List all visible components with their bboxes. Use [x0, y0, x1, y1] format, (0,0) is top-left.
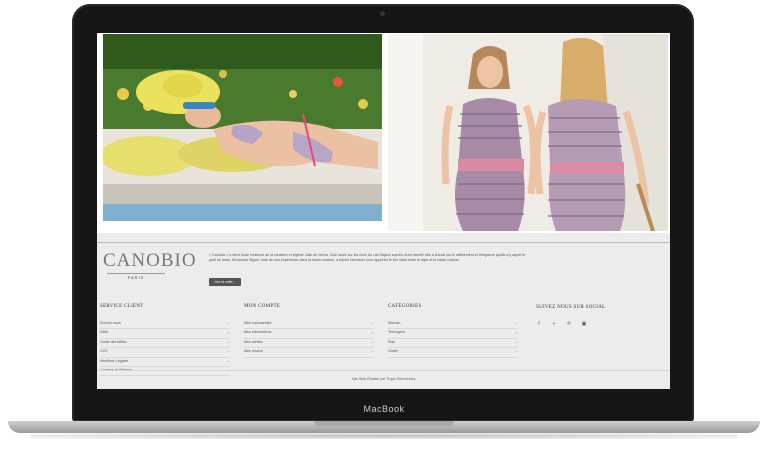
column-categories: CATÉGORIES Woman → Teenagers → Kids → Outle…	[388, 304, 518, 358]
column-title: MON COMPTE	[244, 304, 281, 309]
social-icons: f ◗ ℗ ▣	[536, 321, 606, 327]
arrow-right-icon: →	[370, 320, 374, 325]
laptop-frame: CANOBIO PARIS « Canobio » a servi toute …	[0, 0, 768, 455]
facebook-icon[interactable]: f	[536, 321, 542, 327]
footer-link[interactable]: Délis →	[100, 329, 230, 339]
footer-link[interactable]: Mes retours →	[244, 348, 374, 358]
column-mon-compte: MON COMPTE Mes commandes → Mes informatio…	[244, 304, 374, 358]
footer-link[interactable]: Livraison et Retours→	[100, 367, 230, 377]
footer-link[interactable]: Mentions Légales →	[100, 358, 230, 367]
footer-link[interactable]: Mes commandes →	[244, 320, 374, 330]
footer-link[interactable]: Guide des tailles →	[100, 338, 230, 349]
footer-divider	[97, 242, 670, 243]
pinterest-icon[interactable]: ℗	[566, 321, 572, 327]
arrow-right-icon: →	[514, 320, 518, 325]
about-text: « Canobio » a servi toute l'enfance de l…	[209, 253, 526, 262]
footer-link[interactable]: Teenagers →	[388, 329, 518, 339]
arrow-right-icon: →	[226, 320, 230, 325]
instagram-icon[interactable]: ▣	[581, 321, 587, 327]
arrow-right-icon: →	[514, 348, 518, 354]
site-credit[interactable]: Site Web Réalisé par Tropic Elementary	[97, 377, 670, 381]
footer-bottom-line	[97, 370, 670, 371]
canobio-logo[interactable]: CANOBIO PARIS	[103, 250, 197, 281]
social-title: SUIVEZ NOUS SUR SOCIAL	[536, 305, 606, 310]
footer-link[interactable]: Écrivez-nous →	[100, 320, 230, 330]
hero-images	[97, 33, 670, 233]
hero-image-dresses[interactable]	[388, 34, 668, 231]
footer-link[interactable]: CGV →	[100, 348, 230, 358]
footer-link[interactable]: Mes informations →	[244, 329, 374, 339]
footer-link[interactable]: Mes alertes →	[244, 338, 374, 349]
arrow-right-icon: →	[226, 338, 230, 344]
footer-link[interactable]: Woman →	[388, 320, 518, 330]
arrow-right-icon: →	[370, 348, 374, 354]
laptop-shadow	[30, 433, 738, 439]
logo-subtitle: PARIS	[107, 273, 165, 280]
column-service-client: SERVICE CLIENT Écrivez-nous → Délis → Guid…	[100, 304, 230, 377]
arrow-right-icon: →	[226, 357, 230, 363]
camera-dot	[380, 11, 385, 16]
logo-name: CANOBIO	[103, 250, 197, 271]
hero-image-swimwear[interactable]	[103, 34, 382, 221]
rss-icon[interactable]: ◗	[551, 321, 557, 327]
arrow-right-icon: →	[226, 329, 230, 335]
arrow-right-icon: →	[226, 348, 230, 354]
footer-link[interactable]: Kids →	[388, 338, 518, 349]
arrow-right-icon: →	[370, 329, 374, 335]
read-more-button[interactable]: Lire la suite...	[209, 278, 241, 286]
column-title: CATÉGORIES	[388, 304, 422, 309]
arrow-right-icon: →	[370, 338, 374, 344]
website-screen: CANOBIO PARIS « Canobio » a servi toute …	[97, 33, 670, 389]
column-title: SERVICE CLIENT	[100, 304, 144, 309]
footer-link[interactable]: Outlet →	[388, 348, 518, 358]
arrow-right-icon: →	[514, 338, 518, 344]
laptop-notch	[314, 421, 454, 426]
column-social: SUIVEZ NOUS SUR SOCIAL f ◗ ℗ ▣	[536, 305, 606, 327]
macbook-label: MacBook	[363, 404, 405, 414]
arrow-right-icon: →	[514, 329, 518, 335]
